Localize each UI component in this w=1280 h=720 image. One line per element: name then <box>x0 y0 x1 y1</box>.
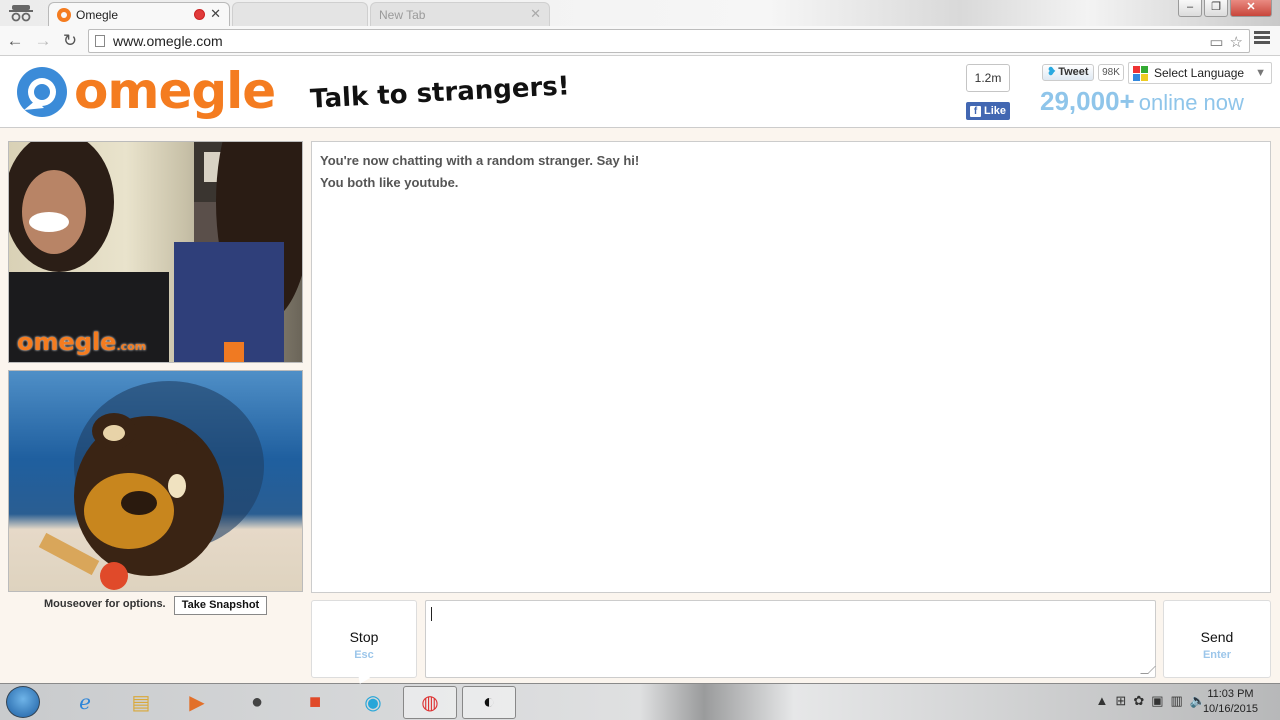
camera-icon[interactable]: ▭ <box>1209 32 1223 54</box>
obs-icon[interactable]: ◐ <box>462 686 516 719</box>
send-shortcut: Enter <box>1202 649 1232 661</box>
site-header: omegle Talk to strangers! 1.2m f Like ❥ Tw… <box>0 56 1280 128</box>
language-label: Select Language <box>1154 66 1245 80</box>
menu-icon[interactable] <box>1254 31 1270 47</box>
incognito-icon <box>9 5 33 22</box>
tagline: Talk to strangers! <box>309 71 571 115</box>
tab-omegle[interactable]: Omegle ✕ <box>48 2 230 26</box>
bookmark-star-icon[interactable]: ☆ <box>1230 32 1243 54</box>
facebook-icon: f <box>970 106 981 117</box>
tab-new-tab[interactable]: New Tab ✕ <box>370 2 550 26</box>
send-button[interactable]: Send Enter <box>1163 600 1271 678</box>
ie-icon[interactable]: ℯ <box>58 686 112 719</box>
close-window-icon[interactable]: ✕ <box>1230 0 1272 17</box>
status-message: You both like youtube. <box>320 175 459 190</box>
resize-grip-icon[interactable] <box>1140 666 1156 674</box>
clock[interactable]: 11:03 PM 10/16/2015 <box>1203 687 1258 717</box>
chrome-icon[interactable]: ◍ <box>403 686 457 719</box>
dropdown-arrow-icon: ▼ <box>1255 67 1266 79</box>
office-icon[interactable]: ■ <box>288 686 342 719</box>
video-options-row: Mouseover for options. Take Snapshot <box>8 596 303 616</box>
media-player-icon[interactable]: ▶ <box>170 686 224 719</box>
url-text: www.omegle.com <box>113 33 223 49</box>
taskbar: ℯ ▤ ▶ ● ■ ◉ ◍ ◐ ▲ ⊞ ✿ ▣ ▥ 🔈 11:03 PM 10/… <box>0 683 1280 720</box>
page-icon <box>95 35 105 47</box>
show-hidden-icons-icon[interactable]: ▲ <box>1096 693 1109 709</box>
language-select[interactable]: Select Language ▼ <box>1128 62 1272 84</box>
mouseover-hint: Mouseover for options. <box>44 598 166 610</box>
device-icon[interactable]: ▣ <box>1151 693 1163 709</box>
network-icon[interactable]: ▥ <box>1171 693 1183 709</box>
close-tab-icon[interactable]: ✕ <box>210 6 221 22</box>
stop-shortcut: Esc <box>354 649 374 661</box>
logo-text: omegle <box>74 62 276 120</box>
facebook-like-count: 1.2m <box>966 64 1010 92</box>
stranger-video[interactable]: omegle.com <box>8 141 303 363</box>
minimize-icon[interactable]: ‒ <box>1178 0 1202 17</box>
explorer-icon[interactable]: ▤ <box>114 686 168 719</box>
message-input[interactable] <box>425 600 1156 678</box>
tab-strip: Omegle ✕ New Tab ✕ ‒ ❐ ✕ <box>0 0 1280 26</box>
send-label: Send <box>1200 629 1234 645</box>
tweet-count: 98K <box>1098 64 1124 81</box>
online-count: 29,000+ <box>1040 86 1135 116</box>
app-icon[interactable]: ◉ <box>346 686 400 719</box>
self-video[interactable] <box>8 370 303 592</box>
reload-icon[interactable]: ↻ <box>59 30 81 52</box>
address-bar[interactable]: www.omegle.com ▭ ☆ <box>88 29 1250 53</box>
restore-icon[interactable]: ❐ <box>1204 0 1228 17</box>
stop-label: Stop <box>349 629 379 645</box>
window-controls: ‒ ❐ ✕ <box>1178 0 1272 17</box>
omegle-logo-icon <box>17 67 67 117</box>
windows-flag-icon[interactable]: ⊞ <box>1115 693 1126 709</box>
chat-log: You're now chatting with a random strang… <box>311 141 1271 593</box>
status-message: You're now chatting with a random strang… <box>320 153 640 168</box>
back-icon[interactable]: ← <box>4 30 26 52</box>
hp-icon[interactable]: ● <box>230 686 284 719</box>
recording-icon <box>194 9 205 20</box>
close-tab-icon[interactable]: ✕ <box>530 6 541 22</box>
online-label: online now <box>1138 90 1244 115</box>
self-video-frame <box>38 381 264 590</box>
tab-blank[interactable] <box>232 2 368 26</box>
google-translate-icon <box>1133 66 1148 81</box>
system-tray: ▲ ⊞ ✿ ▣ ▥ 🔈 <box>1096 693 1206 709</box>
text-caret <box>431 607 432 621</box>
omegle-watermark: omegle.com <box>17 328 147 356</box>
security-icon[interactable]: ✿ <box>1133 693 1144 709</box>
tab-title: Omegle <box>76 7 119 22</box>
start-icon[interactable] <box>6 686 40 718</box>
tab-title: New Tab <box>379 7 426 22</box>
take-snapshot-button[interactable]: Take Snapshot <box>174 596 267 615</box>
facebook-like-button[interactable]: f Like <box>966 102 1010 120</box>
browser-toolbar: ← → ↻ www.omegle.com ▭ ☆ <box>0 26 1280 56</box>
forward-icon[interactable]: → <box>32 30 54 52</box>
clock-time: 11:03 PM <box>1207 688 1254 700</box>
omegle-favicon-icon <box>57 7 71 22</box>
tweet-button[interactable]: ❥ Tweet <box>1042 64 1094 81</box>
online-counter: 29,000+ online now <box>1040 86 1244 117</box>
clock-date: 10/16/2015 <box>1202 703 1258 715</box>
twitter-bird-icon: ❥ <box>1047 66 1057 78</box>
